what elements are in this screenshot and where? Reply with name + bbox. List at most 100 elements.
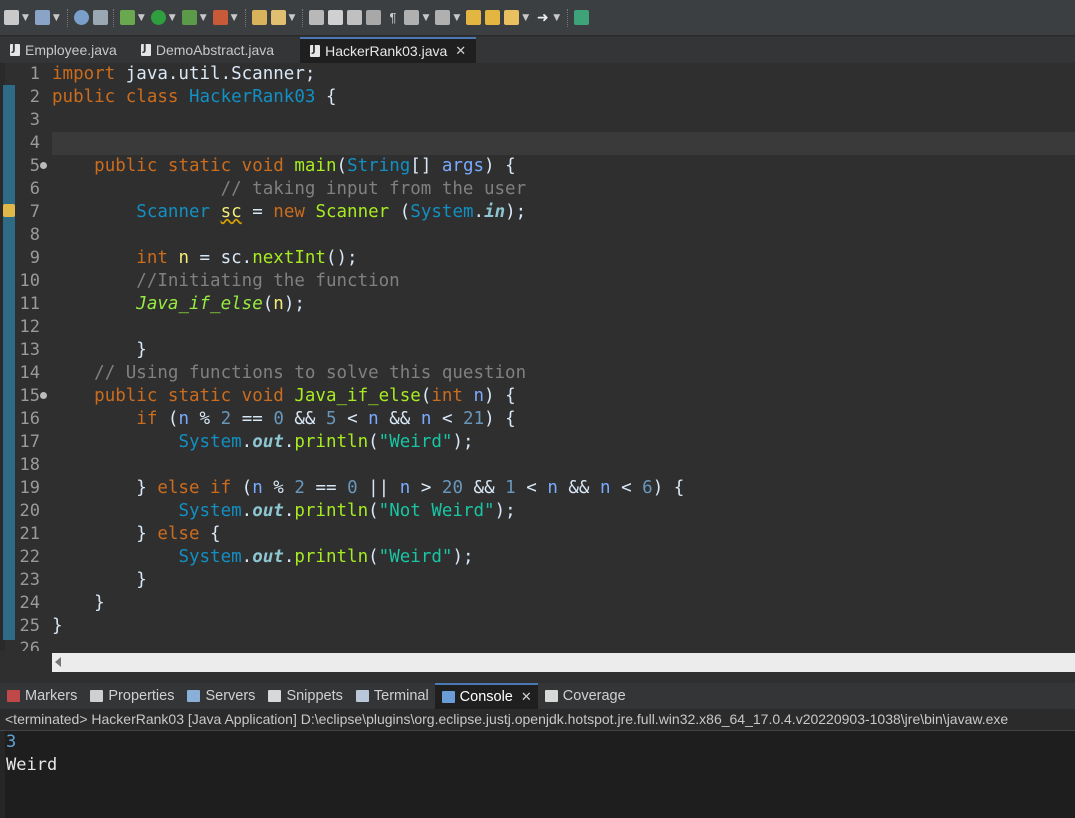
dropdown-arrow-icon[interactable]: ▼ — [522, 13, 529, 23]
globe-icon[interactable] — [73, 10, 89, 25]
debug-icon[interactable] — [119, 10, 135, 25]
annotation-icon[interactable] — [309, 10, 325, 25]
fold-toggle-icon[interactable] — [40, 392, 47, 399]
tab-console[interactable]: Console ✕ — [434, 683, 538, 709]
code-line: } else if (n % 2 == 0 || n > 20 && 1 < n… — [52, 478, 685, 498]
tab-label: Servers — [205, 688, 256, 704]
tab-label: Console — [459, 689, 513, 705]
toolbar-separator — [567, 8, 569, 27]
tab-coverage[interactable]: Coverage — [538, 683, 632, 709]
code-line: System.out.println("Not Weird"); — [178, 501, 516, 521]
coverage-run-icon[interactable] — [181, 10, 197, 25]
line-number: 7 — [29, 202, 40, 222]
code-line: public static void Java_if_else(int n) { — [94, 386, 516, 406]
forward-edit-icon[interactable] — [485, 10, 501, 25]
tab-demoabstract[interactable]: DemoAbstract.java — [127, 37, 284, 63]
dropdown-arrow-icon[interactable]: ▼ — [422, 13, 429, 23]
console-output-line: Weird — [6, 755, 58, 775]
scroll-left-icon[interactable] — [55, 657, 61, 667]
tab-properties[interactable]: Properties — [83, 683, 180, 709]
dropdown-arrow-icon[interactable]: ▼ — [53, 13, 60, 23]
line-number: 24 — [19, 593, 40, 613]
tab-markers[interactable]: Markers — [0, 683, 83, 709]
line-number: 17 — [19, 432, 40, 452]
line-number: 4 — [29, 133, 40, 153]
current-line-highlight — [52, 132, 1075, 155]
line-number: 11 — [19, 294, 40, 314]
toolbar-separator — [244, 8, 247, 27]
toolbar-separator — [112, 8, 115, 27]
save-icon[interactable] — [34, 10, 50, 25]
prev-annotation-icon[interactable] — [435, 10, 451, 25]
dropdown-arrow-icon[interactable]: ▼ — [453, 13, 460, 23]
line-number: 16 — [19, 409, 40, 429]
line-number: 25 — [19, 616, 40, 636]
tab-label: Employee.java — [25, 42, 117, 58]
fold-toggle-icon[interactable] — [40, 162, 47, 169]
line-number: 18 — [19, 455, 40, 475]
tab-label: DemoAbstract.java — [155, 42, 275, 58]
dropdown-arrow-icon[interactable]: ▼ — [553, 13, 560, 23]
tab-label: Properties — [108, 688, 175, 704]
external-tools-icon[interactable] — [212, 10, 228, 25]
code-editor[interactable]: 1 2 3 4 5 6 7 8 9 10 11 12 13 14 15 16 17 18 19 20 21 22 23 24 2… — [0, 63, 1075, 651]
servers-icon — [187, 690, 201, 702]
whitespace-icon[interactable]: ¶ — [385, 10, 401, 25]
line-number: 23 — [19, 570, 40, 590]
toolbar-separator — [302, 8, 304, 27]
code-line: int n = sc.nextInt(); — [136, 248, 358, 268]
tab-hackerrank03[interactable]: HackerRank03.java ✕ — [300, 37, 477, 63]
line-number: 6 — [29, 179, 40, 199]
console-status-line: <terminated> HackerRank03 [Java Applicat… — [0, 709, 1075, 731]
dropdown-arrow-icon[interactable]: ▼ — [169, 13, 176, 23]
properties-icon — [90, 690, 104, 702]
dropdown-arrow-icon[interactable]: ▼ — [231, 13, 238, 23]
close-icon[interactable]: ✕ — [455, 43, 466, 59]
tab-snippets[interactable]: Snippets — [261, 683, 348, 709]
block-selection-icon[interactable] — [366, 10, 382, 25]
code-line: Scanner sc = new Scanner (System.in); — [136, 202, 527, 222]
open-folder-icon[interactable] — [251, 10, 267, 25]
code-line: Java_if_else(n); — [136, 294, 305, 314]
dropdown-arrow-icon[interactable]: ▼ — [22, 13, 29, 23]
java-file-icon — [140, 43, 151, 56]
new-wizard-icon[interactable] — [4, 10, 19, 25]
server-icon[interactable] — [92, 10, 108, 25]
main-toolbar: ▼ ▼ ▼ ▼ ▼ ▼ ▼ ¶ ▼ ▼ ▼ ➜ ▼ — [0, 0, 1075, 36]
line-number: 19 — [19, 478, 40, 498]
java-file-icon — [310, 44, 321, 57]
tab-label: Snippets — [286, 688, 343, 704]
code-line: } else { — [52, 524, 221, 544]
line-number: 10 — [19, 271, 40, 291]
next-annotation-icon[interactable] — [404, 10, 420, 25]
code-line: } — [52, 570, 147, 590]
edit-icon[interactable] — [347, 10, 363, 25]
dropdown-arrow-icon[interactable]: ▼ — [289, 13, 296, 23]
line-number: 13 — [19, 340, 40, 360]
line-number: 26 — [19, 639, 40, 651]
line-number: 14 — [19, 363, 40, 383]
tab-employee[interactable]: Employee.java — [0, 37, 127, 63]
back-arrow-icon[interactable] — [504, 10, 520, 25]
console-output[interactable]: 3 Weird — [0, 731, 1075, 818]
tab-label: Terminal — [373, 688, 429, 704]
last-edit-icon[interactable] — [466, 10, 482, 25]
horizontal-scrollbar[interactable] — [52, 653, 1075, 672]
toolbar-separator — [66, 8, 69, 27]
snippets-icon — [268, 690, 282, 702]
tab-servers[interactable]: Servers — [180, 683, 261, 709]
pen-icon[interactable] — [328, 10, 344, 25]
dropdown-arrow-icon[interactable]: ▼ — [200, 13, 207, 23]
dropdown-arrow-icon[interactable]: ▼ — [138, 13, 145, 23]
line-number: 9 — [29, 248, 40, 268]
forward-arrow-icon[interactable]: ➜ — [535, 10, 551, 25]
line-number: 22 — [19, 547, 40, 567]
line-number: 15 — [19, 386, 40, 406]
brush-icon[interactable] — [270, 10, 286, 25]
close-icon[interactable]: ✕ — [521, 689, 532, 705]
line-number: 2 — [29, 87, 40, 107]
run-icon[interactable] — [150, 10, 166, 25]
tab-terminal[interactable]: Terminal — [349, 683, 435, 709]
perspective-icon[interactable] — [574, 10, 590, 25]
line-number: 8 — [29, 225, 40, 245]
